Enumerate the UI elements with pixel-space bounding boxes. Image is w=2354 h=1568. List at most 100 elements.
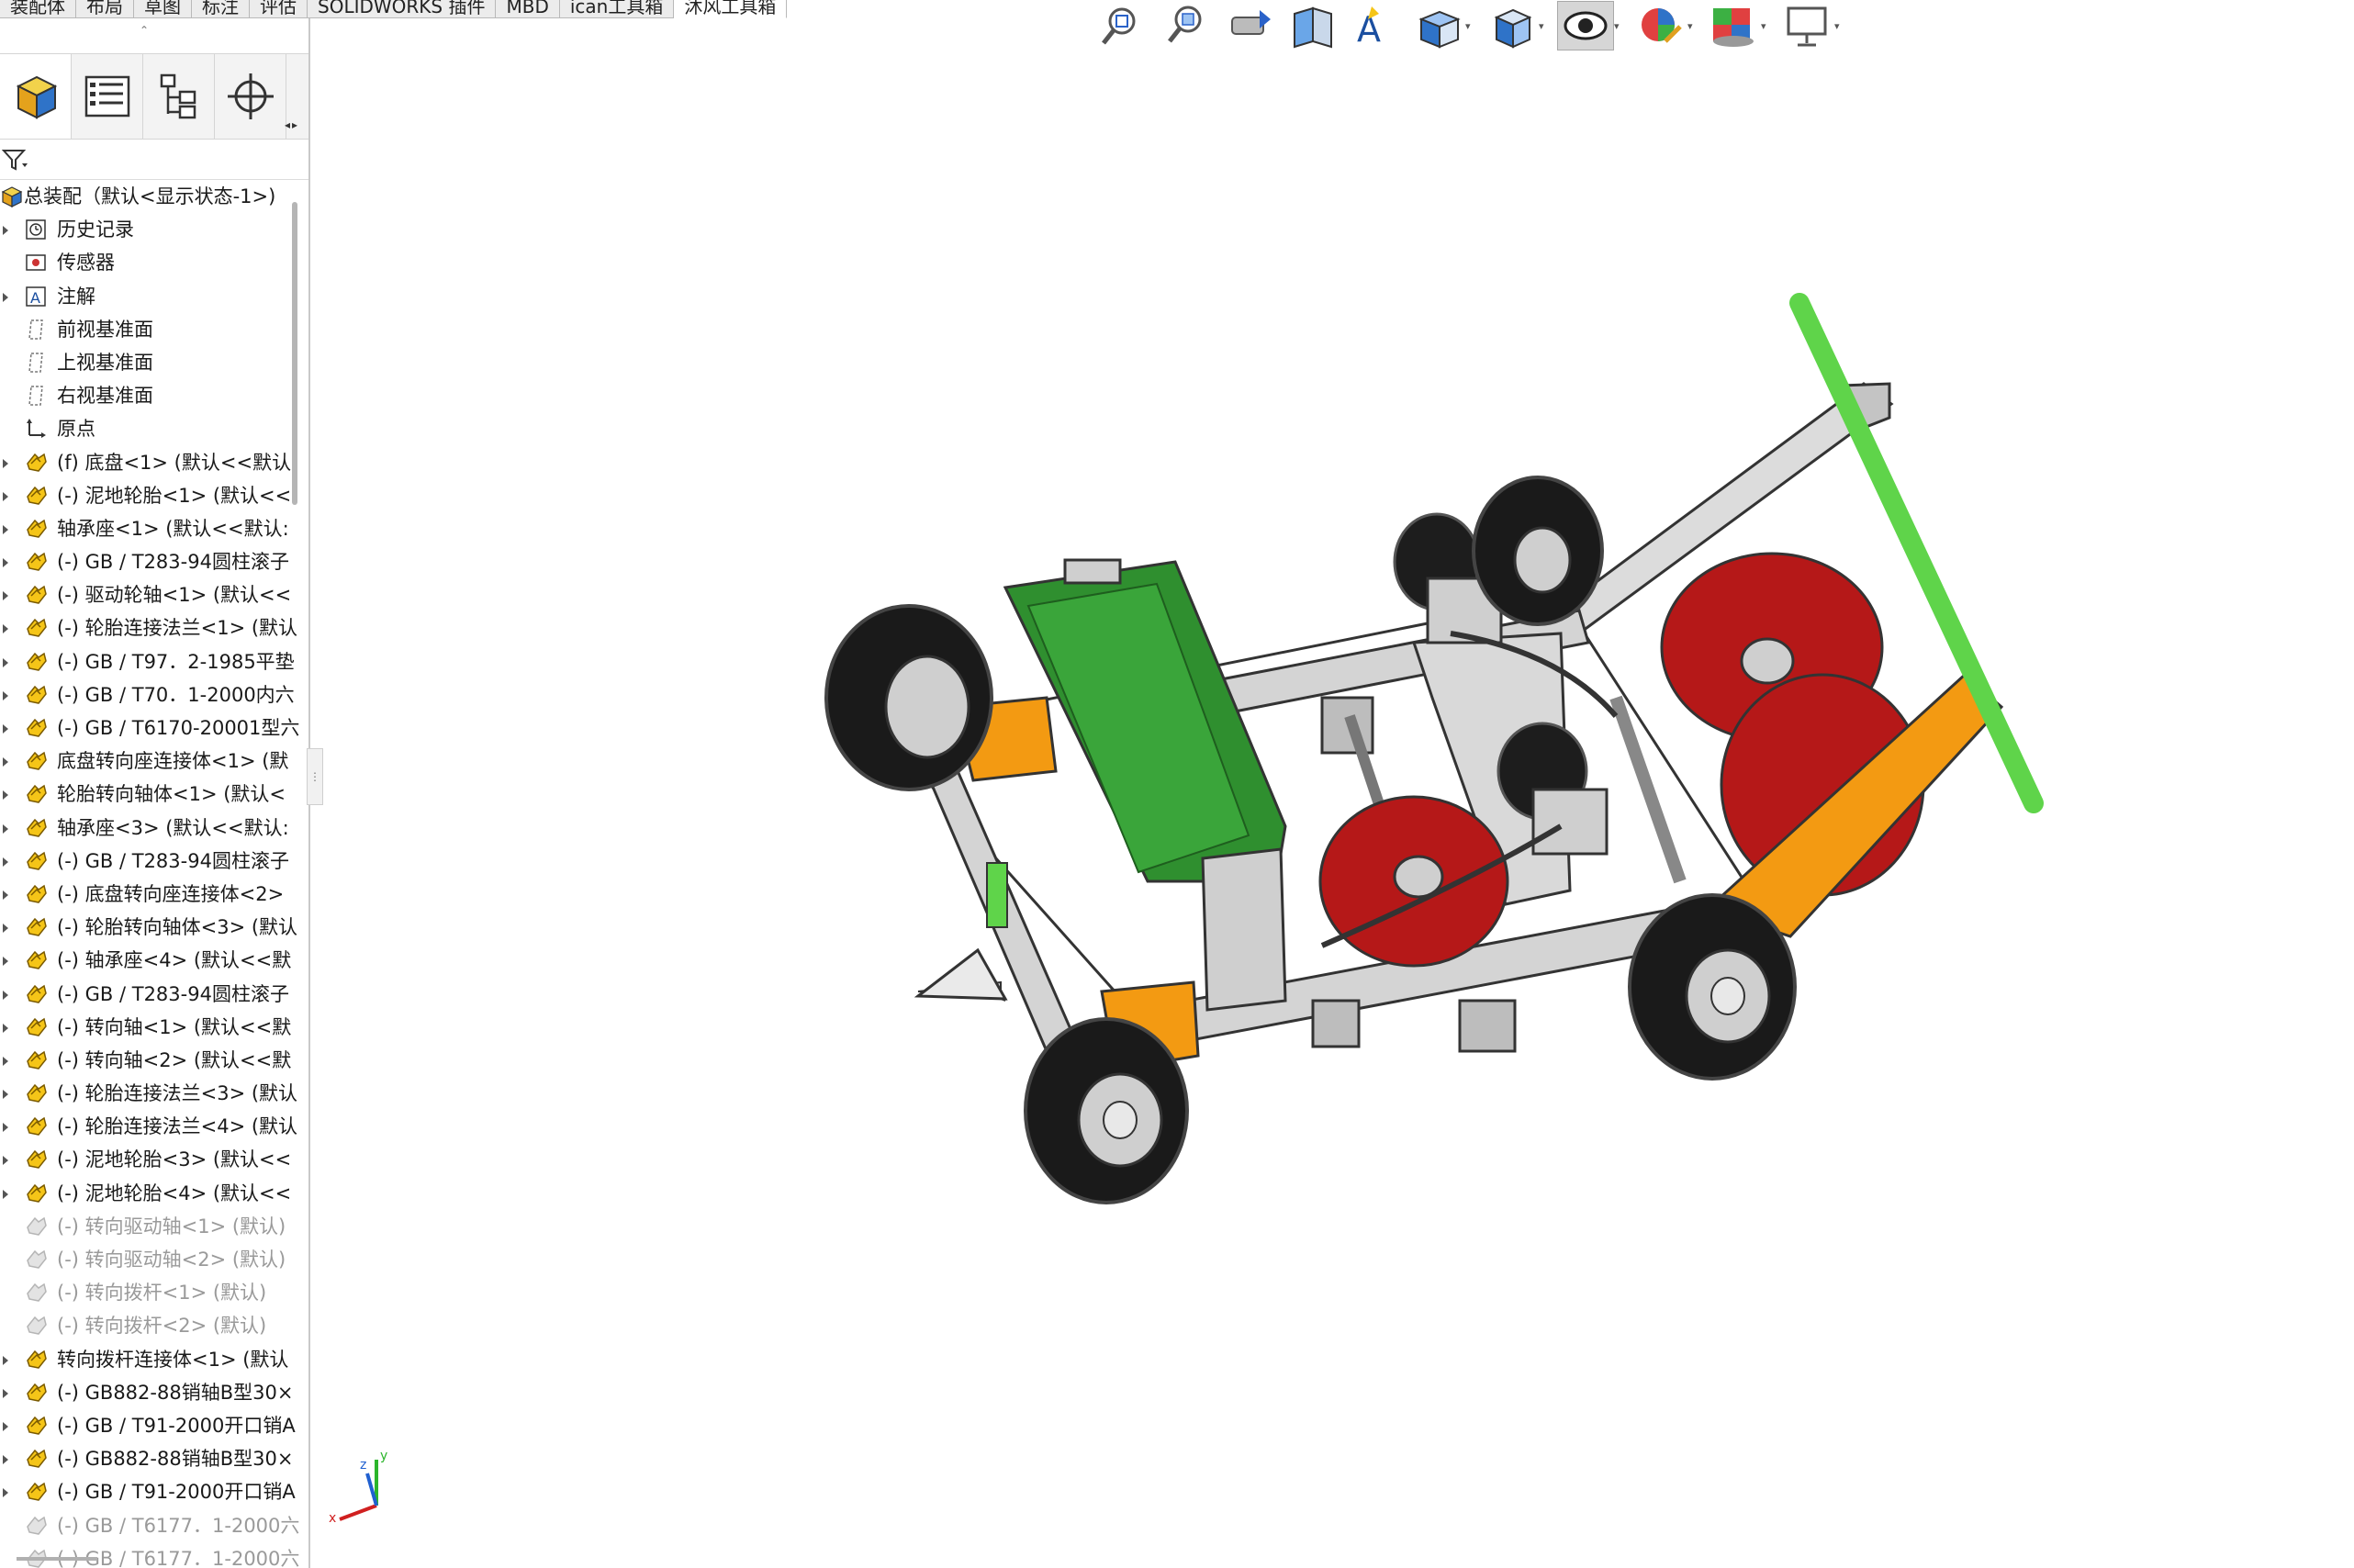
tree-item[interactable]: (-) 泥地轮胎<1> (默认<< (0, 479, 292, 512)
tree-item[interactable]: (-) GB / T283-94圆柱滚子 (0, 845, 292, 878)
tree-item[interactable]: (-) GB / T6177．1-2000六 (0, 1509, 299, 1542)
expand-arrow-icon[interactable] (1, 888, 10, 901)
command-tab[interactable]: SOLIDWORKS 插件 (308, 0, 497, 18)
expand-arrow-icon[interactable] (1, 622, 10, 634)
expand-arrow-icon[interactable] (1, 290, 10, 303)
tree-horizontal-scrollbar[interactable] (17, 1557, 97, 1561)
expand-arrow-icon[interactable] (1, 822, 10, 834)
dropdown-caret-icon[interactable]: ▾ (1539, 20, 1552, 32)
expand-arrow-icon[interactable] (1, 1054, 10, 1067)
tree-item[interactable]: (-) 转向驱动轴<2> (默认) (0, 1243, 292, 1276)
expand-arrow-icon[interactable] (1, 1120, 10, 1133)
expand-arrow-icon[interactable] (1, 788, 10, 801)
expand-arrow-icon[interactable] (1, 755, 10, 767)
expand-arrow-icon[interactable] (1, 722, 10, 734)
tree-item[interactable]: 转向拨杆连接体<1> (默认 (0, 1343, 292, 1376)
tree-item[interactable]: (-) 底盘转向座连接体<2> (0, 878, 292, 911)
apply-scene-button[interactable] (1706, 1, 1761, 50)
tree-item[interactable]: (-) GB882-88销轴B型30× (0, 1442, 293, 1475)
expand-arrow-icon[interactable] (1, 655, 10, 668)
tree-vertical-scrollbar[interactable] (292, 202, 297, 505)
expand-arrow-icon[interactable] (1, 1021, 10, 1034)
tree-item[interactable]: (-) GB882-88销轴B型30× (0, 1376, 293, 1409)
tree-item[interactable]: (-) 泥地轮胎<3> (默认<< (0, 1143, 292, 1176)
command-tab[interactable]: MBD (496, 0, 560, 18)
expand-arrow-icon[interactable] (1, 555, 10, 568)
expand-arrow-icon[interactable] (1, 588, 10, 601)
command-tab[interactable]: 沐风工具箱 (674, 0, 788, 18)
panel-tab-scroll-arrows[interactable]: ◂ ▸ (285, 118, 305, 139)
tree-item[interactable]: 轮胎转向轴体<1> (默认< (0, 778, 292, 811)
dynamic-annotation-button[interactable]: A (1348, 1, 1403, 50)
command-tab[interactable]: 装配体 (0, 0, 76, 18)
view-settings-button[interactable] (1779, 1, 1834, 50)
expand-arrow-icon[interactable] (1, 954, 10, 967)
previous-view-button[interactable] (1223, 1, 1278, 50)
display-style-button[interactable] (1484, 1, 1539, 50)
tree-item[interactable]: (-) 泥地轮胎<4> (默认<< (0, 1177, 292, 1210)
tree-item[interactable]: (-) 转向轴<2> (默认<<默 (0, 1044, 292, 1077)
tree-item[interactable]: (f) 底盘<1> (默认<<默认 (0, 446, 292, 479)
tree-item[interactable]: (-) GB / T6170-20001型六 (0, 711, 299, 745)
tree-item[interactable]: (-) 轮胎连接法兰<1> (默认 (0, 611, 297, 644)
tree-item[interactable]: (-) 轮胎转向轴体<3> (默认 (0, 911, 297, 944)
zoom-to-area-button[interactable] (1160, 1, 1216, 50)
tree-item[interactable]: (-) GB / T91-2000开口销A (0, 1409, 296, 1442)
tree-item[interactable]: 历史记录 (0, 213, 292, 246)
expand-arrow-icon[interactable] (1, 223, 10, 236)
command-tab[interactable]: 评估 (250, 0, 308, 18)
tree-item[interactable]: (-) GB / T283-94圆柱滚子 (0, 545, 292, 578)
tree-item[interactable]: 右视基准面 (0, 379, 292, 412)
dropdown-caret-icon[interactable]: ▾ (1834, 20, 1847, 32)
tree-item[interactable]: 底盘转向座连接体<1> (默 (0, 745, 292, 778)
expand-arrow-icon[interactable] (1, 1386, 10, 1399)
tree-item[interactable]: (-) 轮胎连接法兰<4> (默认 (0, 1110, 297, 1143)
filter-icon[interactable] (2, 147, 28, 173)
tree-item[interactable]: (-) GB / T6177．1-2000六 (0, 1542, 299, 1568)
tree-item[interactable]: 轴承座<3> (默认<<默认: (0, 812, 292, 845)
tree-item[interactable]: (-) GB / T91-2000开口销A (0, 1475, 296, 1508)
edit-appearance-button[interactable] (1632, 1, 1687, 50)
tree-item[interactable]: A 注解 (0, 280, 292, 313)
expand-arrow-icon[interactable] (1, 855, 10, 868)
hide-show-items-button[interactable] (1557, 1, 1614, 50)
tree-item[interactable]: (-) 驱动轮轴<1> (默认<< (0, 578, 292, 611)
dropdown-caret-icon[interactable]: ▾ (1687, 20, 1700, 32)
configuration-manager-tab[interactable] (143, 54, 215, 139)
tree-item[interactable]: 轴承座<1> (默认<<默认: (0, 512, 292, 545)
tree-item[interactable]: (-) 转向轴<1> (默认<<默 (0, 1011, 292, 1044)
command-tab[interactable]: 布局 (76, 0, 134, 18)
feature-manager-tab[interactable] (0, 54, 72, 139)
expand-arrow-icon[interactable] (1, 988, 10, 1001)
expand-arrow-icon[interactable] (1, 1452, 10, 1465)
filter-bar[interactable] (0, 140, 308, 180)
expand-arrow-icon[interactable] (1, 1187, 10, 1200)
dimxpert-tab[interactable] (215, 54, 286, 139)
zoom-to-fit-button[interactable] (1098, 1, 1153, 50)
expand-arrow-icon[interactable] (1, 522, 10, 535)
tree-item[interactable]: (-) GB / T97．2-1985平垫 (0, 645, 295, 678)
tree-item[interactable]: (-) GB / T70．1-2000内六 (0, 678, 295, 711)
expand-arrow-icon[interactable] (1, 689, 10, 701)
tree-item[interactable]: 传感器 (0, 246, 292, 279)
dropdown-caret-icon[interactable]: ▾ (1614, 20, 1627, 32)
tree-item[interactable]: (-) 轮胎连接法兰<3> (默认 (0, 1077, 297, 1110)
tree-item[interactable]: (-) 转向拨杆<1> (默认) (0, 1276, 292, 1309)
command-tab[interactable]: 标注 (192, 0, 250, 18)
expand-arrow-icon[interactable] (1, 1087, 10, 1100)
panel-collapse-handle[interactable]: ⌃ (138, 24, 151, 37)
command-tab[interactable]: ican工具箱 (559, 0, 675, 18)
expand-arrow-icon[interactable] (1, 456, 10, 469)
tree-item[interactable]: 上视基准面 (0, 346, 292, 379)
expand-arrow-icon[interactable] (1, 1353, 10, 1366)
tree-item[interactable]: (-) 转向拨杆<2> (默认) (0, 1309, 292, 1342)
tree-item[interactable]: (-) 轴承座<4> (默认<<默 (0, 944, 292, 977)
expand-arrow-icon[interactable] (1, 489, 10, 502)
command-tab[interactable]: 草图 (134, 0, 192, 18)
section-view-button[interactable] (1285, 1, 1340, 50)
property-manager-tab[interactable] (72, 54, 143, 139)
tree-item[interactable]: (-) 转向驱动轴<1> (默认) (0, 1210, 292, 1243)
expand-arrow-icon[interactable] (1, 1153, 10, 1166)
expand-arrow-icon[interactable] (1, 1485, 10, 1498)
tree-item[interactable]: 原点 (0, 412, 292, 445)
